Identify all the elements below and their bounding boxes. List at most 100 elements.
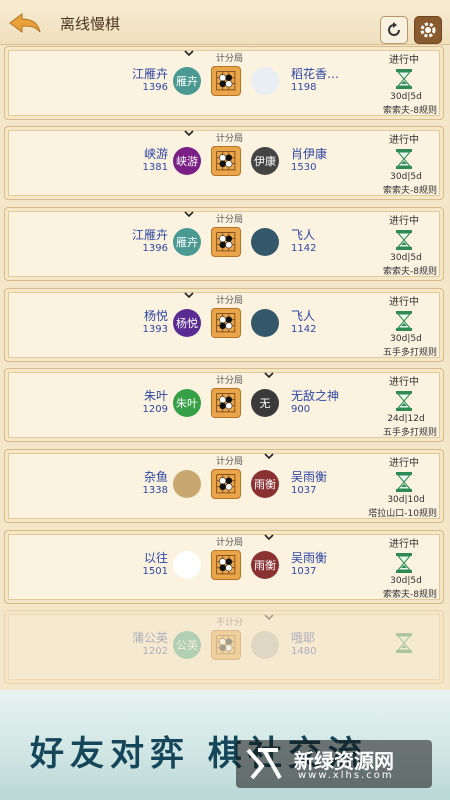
left-player-avatar[interactable] bbox=[173, 470, 201, 498]
left-player-rating: 1338 bbox=[142, 485, 168, 496]
hourglass-icon bbox=[396, 553, 412, 573]
left-player-avatar[interactable]: 峡游 bbox=[173, 147, 201, 175]
right-player-avatar[interactable]: 无 bbox=[251, 389, 279, 417]
left-player-avatar[interactable]: 雁卉 bbox=[173, 228, 201, 256]
game-mode: 计分局 bbox=[216, 376, 244, 386]
game-mode: 计分局 bbox=[216, 54, 244, 64]
left-player-rating: 1202 bbox=[142, 646, 168, 657]
hourglass-icon bbox=[396, 69, 412, 89]
game-mode: 计分局 bbox=[216, 296, 244, 306]
game-card[interactable]: 计分局 以往 1501 雨衡 吴雨衡 1037 进行中 30d|5d 索索夫-8… bbox=[4, 530, 444, 604]
game-card[interactable]: 计分局 朱叶 1209 朱叶 无 无敌之神 900 进行中 24d|12d 五手… bbox=[4, 368, 444, 442]
game-status: 进行中 bbox=[389, 297, 419, 308]
go-board-icon bbox=[211, 308, 241, 338]
game-card[interactable]: 计分局 江雁卉 1396 雁卉 稻花香… 1198 进行中 30d|5d 索索夫… bbox=[4, 46, 444, 120]
left-player-name: 杂鱼 bbox=[143, 470, 168, 484]
right-player-avatar[interactable]: 伊康 bbox=[251, 147, 279, 175]
left-player-name: 蒲公英 bbox=[131, 631, 168, 645]
right-player-avatar[interactable]: 雨衡 bbox=[251, 470, 279, 498]
avatar-label: 杨悦 bbox=[176, 317, 198, 330]
left-player-avatar[interactable]: 杨悦 bbox=[173, 309, 201, 337]
chevron-down-icon[interactable] bbox=[183, 208, 195, 220]
avatar-label: 朱叶 bbox=[176, 397, 198, 410]
game-status: 进行中 bbox=[389, 458, 419, 469]
go-board-icon bbox=[211, 469, 241, 499]
go-board-icon bbox=[211, 388, 241, 418]
game-rule: 五手多打规则 bbox=[382, 428, 437, 438]
left-player-avatar[interactable]: 公英 bbox=[173, 631, 201, 659]
left-player-name: 峡游 bbox=[143, 147, 168, 161]
time-control: 30d|5d bbox=[390, 576, 422, 586]
left-player-avatar[interactable]: 朱叶 bbox=[173, 389, 201, 417]
left-player-name: 朱叶 bbox=[143, 389, 168, 403]
game-status: 进行中 bbox=[389, 135, 419, 146]
game-mode: 不计分 bbox=[216, 618, 244, 628]
avatar-label: 雨衡 bbox=[254, 478, 276, 491]
right-player-name: 吴雨衡 bbox=[291, 551, 328, 565]
time-control: 30d|5d bbox=[390, 172, 422, 182]
back-arrow-icon[interactable] bbox=[8, 12, 42, 34]
time-control: 30d|5d bbox=[390, 253, 422, 263]
right-player-name: 吴雨衡 bbox=[291, 470, 328, 484]
chevron-down-icon[interactable] bbox=[263, 611, 275, 623]
right-player-avatar[interactable] bbox=[251, 228, 279, 256]
game-status: 进行中 bbox=[389, 55, 419, 66]
game-status: 进行中 bbox=[389, 216, 419, 227]
left-player-avatar[interactable] bbox=[173, 551, 201, 579]
time-control: 30d|10d bbox=[387, 495, 425, 505]
refresh-icon bbox=[388, 22, 400, 36]
left-player-rating: 1393 bbox=[142, 324, 168, 335]
chevron-down-icon[interactable] bbox=[183, 127, 195, 139]
right-player-rating: 1480 bbox=[291, 646, 317, 657]
game-mode: 计分局 bbox=[216, 215, 244, 225]
game-card[interactable]: 计分局 杨悦 1393 杨悦 飞人 1142 进行中 30d|5d 五手多打规则 bbox=[4, 288, 444, 362]
chevron-down-icon[interactable] bbox=[263, 369, 275, 381]
game-rule: 五手多打规则 bbox=[382, 348, 437, 358]
right-player-avatar[interactable] bbox=[251, 309, 279, 337]
refresh-button[interactable] bbox=[380, 16, 408, 44]
avatar-label: 峡游 bbox=[176, 155, 198, 168]
go-board-icon bbox=[211, 66, 241, 96]
game-mode: 计分局 bbox=[216, 134, 244, 144]
right-player-avatar[interactable] bbox=[251, 631, 279, 659]
game-rule: 索索夫-8规则 bbox=[383, 267, 437, 277]
right-player-avatar[interactable] bbox=[251, 67, 279, 95]
header-bar: 离线慢棋 bbox=[0, 0, 450, 45]
right-player-name: 飞人 bbox=[291, 309, 316, 323]
hourglass-icon bbox=[396, 391, 412, 411]
right-player-name: 肖伊康 bbox=[291, 147, 328, 161]
avatar-label: 雁卉 bbox=[176, 75, 198, 88]
right-player-name: 飞人 bbox=[291, 228, 316, 242]
right-player-name: 稻花香… bbox=[291, 67, 340, 81]
chevron-down-icon[interactable] bbox=[183, 47, 195, 59]
left-player-name: 以往 bbox=[143, 551, 168, 565]
hourglass-icon bbox=[396, 311, 412, 331]
game-status: 进行中 bbox=[389, 539, 419, 550]
right-player-rating: 1037 bbox=[291, 485, 317, 496]
chevron-down-icon[interactable] bbox=[183, 289, 195, 301]
chevron-down-icon[interactable] bbox=[263, 450, 275, 462]
gear-icon bbox=[420, 22, 436, 38]
right-player-rating: 1037 bbox=[291, 566, 317, 577]
game-mode: 计分局 bbox=[216, 538, 244, 548]
right-player-rating: 1142 bbox=[291, 243, 317, 254]
time-control: 24d|12d bbox=[387, 414, 425, 424]
game-card[interactable]: 计分局 杂鱼 1338 雨衡 吴雨衡 1037 进行中 30d|10d 塔拉山口… bbox=[4, 449, 444, 523]
hourglass-icon bbox=[396, 633, 412, 653]
game-rule: 索索夫-8规则 bbox=[383, 186, 437, 196]
right-player-rating: 1142 bbox=[291, 324, 317, 335]
game-card[interactable]: 不计分 蒲公英 1202 公英 哦耶 1480 bbox=[4, 610, 444, 684]
watermark: 新绿资源网 www.xlhs.com bbox=[236, 740, 432, 788]
game-card[interactable]: 计分局 江雁卉 1396 雁卉 飞人 1142 进行中 30d|5d 索索夫-8… bbox=[4, 207, 444, 281]
left-player-rating: 1396 bbox=[142, 82, 168, 93]
settings-button[interactable] bbox=[414, 16, 442, 44]
right-player-avatar[interactable]: 雨衡 bbox=[251, 551, 279, 579]
left-player-name: 江雁卉 bbox=[131, 67, 168, 81]
page-title: 离线慢棋 bbox=[60, 15, 121, 33]
chevron-down-icon[interactable] bbox=[263, 531, 275, 543]
game-card[interactable]: 计分局 峡游 1381 峡游 伊康 肖伊康 1530 进行中 30d|5d 索索… bbox=[4, 126, 444, 200]
right-player-rating: 1198 bbox=[291, 82, 317, 93]
left-player-rating: 1501 bbox=[142, 566, 168, 577]
hourglass-icon bbox=[396, 149, 412, 169]
left-player-avatar[interactable]: 雁卉 bbox=[173, 67, 201, 95]
